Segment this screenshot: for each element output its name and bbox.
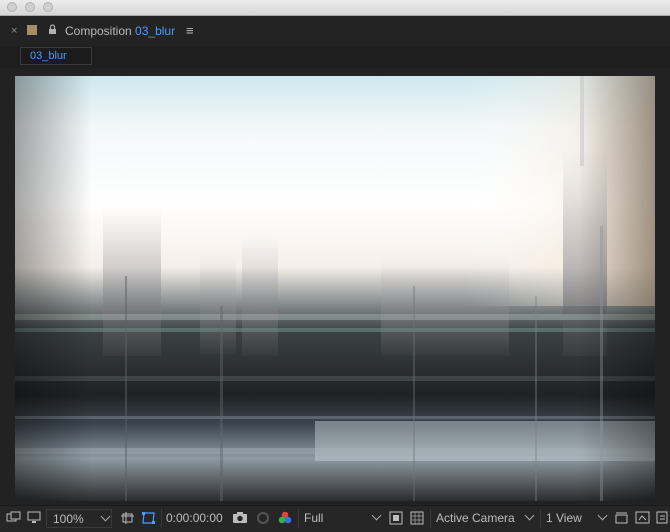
composition-prefix: Composition xyxy=(65,24,132,38)
resolution-dropdown[interactable]: Full xyxy=(298,509,385,528)
chevron-down-icon xyxy=(597,510,608,521)
blurred-skyline-image xyxy=(15,76,655,501)
transparency-grid-icon[interactable] xyxy=(410,511,425,526)
monitor-icon[interactable] xyxy=(27,511,42,525)
active-camera-dropdown[interactable]: Active Camera xyxy=(430,509,539,528)
label-color-swatch[interactable] xyxy=(27,25,37,35)
color-channels-icon[interactable] xyxy=(277,511,293,526)
composition-viewer[interactable] xyxy=(0,68,670,505)
chevron-down-icon xyxy=(524,510,535,521)
panel-header: × Composition 03_blur ≡ xyxy=(0,16,670,46)
fast-previews-icon[interactable] xyxy=(389,511,404,526)
choose-grid-icon[interactable] xyxy=(120,511,136,526)
view-layout-dropdown[interactable]: 1 View xyxy=(540,509,611,528)
composition-frame[interactable] xyxy=(15,76,655,501)
always-preview-icon[interactable] xyxy=(6,511,22,525)
mask-visibility-icon[interactable] xyxy=(141,511,157,526)
magnification-value: 100% xyxy=(53,512,84,526)
close-panel-icon[interactable]: × xyxy=(11,16,17,46)
window-minimize-button[interactable] xyxy=(25,2,35,12)
timecode-value: 0:00:00:00 xyxy=(166,511,223,525)
window-zoom-button[interactable] xyxy=(43,2,53,12)
timecode-display[interactable]: 0:00:00:00 xyxy=(161,509,228,528)
lock-icon[interactable] xyxy=(48,24,57,35)
chevron-down-icon xyxy=(100,511,111,522)
toggle-pixel-aspect-icon[interactable] xyxy=(614,511,630,526)
chevron-down-icon xyxy=(371,510,382,521)
snapshot-icon[interactable] xyxy=(232,511,249,525)
active-camera-value: Active Camera xyxy=(436,511,515,525)
composition-panel-title[interactable]: Composition 03_blur xyxy=(65,16,175,46)
3d-draft-icon[interactable] xyxy=(656,511,670,526)
window-close-button[interactable] xyxy=(7,2,17,12)
view-layout-value: 1 View xyxy=(546,511,582,525)
composition-tab-row: 03_blur xyxy=(0,46,670,68)
tab-composition[interactable]: 03_blur xyxy=(20,47,92,65)
magnification-dropdown[interactable]: 100% xyxy=(46,509,112,528)
composition-name: 03_blur xyxy=(135,24,176,38)
viewer-toolbar: 100% 0:00:00:00 Full Active Camera 1 Vie… xyxy=(0,505,670,531)
reset-exposure-icon[interactable] xyxy=(635,511,651,526)
resolution-value: Full xyxy=(304,511,324,525)
window-titlebar xyxy=(0,0,670,16)
show-snapshot-icon[interactable] xyxy=(255,511,271,525)
panel-menu-icon[interactable]: ≡ xyxy=(186,16,194,46)
